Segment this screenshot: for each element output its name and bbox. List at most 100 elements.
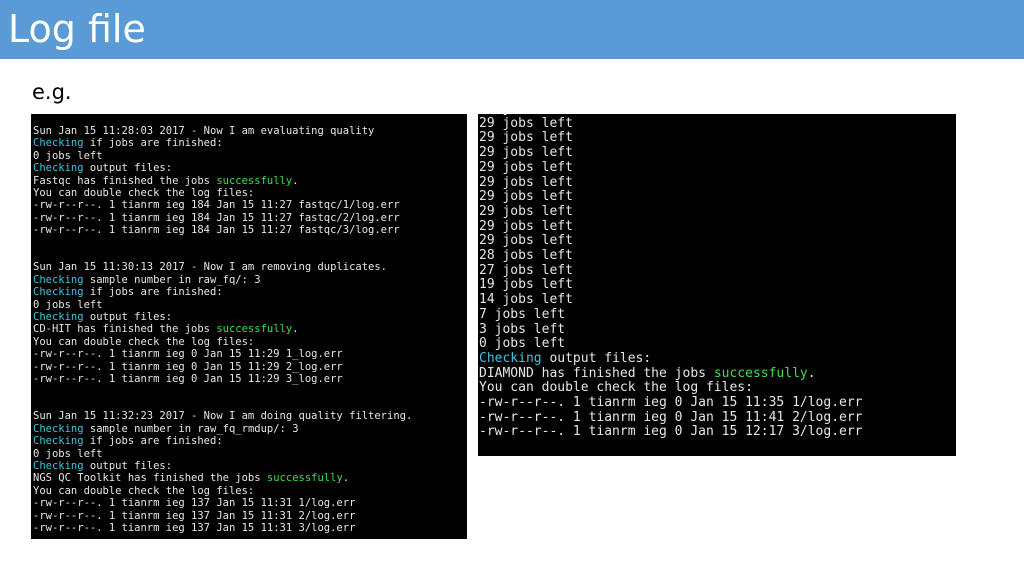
terminal-line-text: output files:	[83, 459, 173, 472]
terminal-line: -rw-r--r--. 1 tianrm ieg 0 Jan 15 11:35 …	[479, 395, 863, 411]
terminal-line: Checking if jobs are finished:	[33, 286, 467, 298]
terminal-line: 19 jobs left	[479, 278, 863, 293]
terminal-line: 0 jobs left	[479, 336, 863, 352]
terminal-line: Sun Jan 15 11:28:03 2017 - Now I am eval…	[33, 125, 467, 137]
terminal-line-text: .	[292, 323, 299, 336]
terminal-line: Sun Jan 15 11:30:13 2017 - Now I am remo…	[33, 261, 467, 273]
checking-keyword: Checking	[33, 273, 84, 286]
checking-keyword: Checking	[33, 435, 84, 448]
terminal-line-text: -rw-r--r--. 1 tianrm ieg 184 Jan 15 11:2…	[33, 224, 400, 237]
terminal-line-text: sample number in raw_fq/: 3	[83, 273, 261, 286]
terminal-line-text: 19 jobs left	[479, 277, 573, 293]
terminal-line: Sun Jan 15 11:32:23 2017 - Now I am doin…	[33, 410, 467, 422]
terminal-line: -rw-r--r--. 1 tianrm ieg 0 Jan 15 11:29 …	[33, 348, 467, 360]
terminal-line-text: -rw-r--r--. 1 tianrm ieg 0 Jan 15 11:35 …	[479, 395, 863, 411]
successfully-keyword: successfully	[216, 174, 293, 187]
terminal-line-text: -rw-r--r--. 1 tianrm ieg 137 Jan 15 11:3…	[33, 521, 356, 534]
terminal-line: -rw-r--r--. 1 tianrm ieg 184 Jan 15 11:2…	[33, 224, 467, 236]
terminal-line: You can double check the log files:	[33, 336, 467, 348]
terminal-line: DIAMOND has finished the jobs successful…	[479, 365, 863, 382]
terminal-line-text: if jobs are finished:	[83, 435, 223, 448]
terminal-line: -rw-r--r--. 1 tianrm ieg 184 Jan 15 11:2…	[33, 212, 467, 224]
terminal-line: Checking output files:	[33, 311, 467, 323]
terminal-line: 3 jobs left	[479, 321, 863, 338]
terminal-line-text: 0 jobs left	[479, 336, 566, 352]
successfully-keyword: successfully	[713, 365, 808, 381]
terminal-line-text: 29 jobs left	[479, 159, 573, 175]
terminal-line-text: -rw-r--r--. 1 tianrm ieg 137 Jan 15 11:3…	[33, 497, 356, 510]
terminal-line-text: 29 jobs left	[479, 115, 573, 131]
terminal-line-text: 29 jobs left	[479, 218, 573, 234]
terminal-screenshot-left: Sun Jan 15 11:28:03 2017 - Now I am eval…	[31, 114, 467, 539]
terminal-line: Checking sample number in raw_fq/: 3	[33, 274, 467, 286]
terminal-line-text: 3 jobs left	[479, 321, 566, 337]
terminal-line: Checking output files:	[33, 162, 467, 174]
terminal-output-left: Sun Jan 15 11:28:03 2017 - Now I am eval…	[31, 114, 467, 534]
checking-keyword: Checking	[33, 286, 84, 299]
terminal-line: You can double check the log files:	[479, 381, 863, 396]
terminal-line: Checking sample number in raw_fq_rmdup/:…	[33, 423, 467, 435]
terminal-line-text: You can double check the log files:	[33, 335, 255, 348]
terminal-line-text: -rw-r--r--. 1 tianrm ieg 0 Jan 15 11:29 …	[33, 360, 343, 373]
terminal-output-right: 29 jobs left 29 jobs left 29 jobs left 29 j…	[479, 114, 863, 440]
terminal-line: You can double check the log files:	[33, 485, 467, 497]
terminal-line: Checking output files:	[33, 460, 467, 472]
terminal-line: 14 jobs left	[479, 292, 863, 308]
terminal-line-text: NGS QC Toolkit has finished the jobs	[33, 472, 267, 485]
terminal-line-text: .	[342, 472, 350, 485]
terminal-line: -rw-r--r--. 1 tianrm ieg 0 Jan 15 11:29 …	[33, 361, 467, 373]
terminal-line-text: 29 jobs left	[479, 174, 573, 190]
terminal-line: Checking if jobs are finished:	[33, 435, 467, 447]
terminal-line-text: -rw-r--r--. 1 tianrm ieg 184 Jan 15 11:2…	[33, 199, 400, 212]
terminal-line: 29 jobs left	[479, 145, 863, 161]
terminal-line: 29 jobs left	[479, 174, 863, 191]
terminal-line: NGS QC Toolkit has finished the jobs suc…	[33, 472, 467, 484]
terminal-line-text: You can double check the log files:	[33, 187, 255, 200]
terminal-line-text: output files:	[83, 311, 173, 324]
terminal-line: -rw-r--r--. 1 tianrm ieg 137 Jan 15 11:3…	[33, 497, 467, 509]
terminal-line-text: CD-HIT has finished the jobs	[33, 323, 217, 336]
terminal-line-text: output files:	[83, 162, 173, 175]
terminal-line-text: if jobs are finished:	[83, 286, 223, 299]
terminal-line-text: -rw-r--r--. 1 tianrm ieg 184 Jan 15 11:2…	[33, 211, 400, 224]
terminal-screenshot-right: 29 jobs left 29 jobs left 29 jobs left 29 j…	[478, 114, 956, 456]
terminal-line: 0 jobs left	[33, 299, 467, 311]
terminal-line-text: Sun Jan 15 11:28:03 2017 - Now I am eval…	[33, 125, 375, 137]
checking-keyword: Checking	[33, 162, 84, 175]
terminal-line: Fastqc has finished the jobs successfull…	[33, 175, 467, 187]
terminal-line-text: sample number in raw_fq_rmdup/: 3	[83, 422, 299, 435]
terminal-line-text: -rw-r--r--. 1 tianrm ieg 0 Jan 15 12:17 …	[479, 424, 863, 440]
terminal-line: 29 jobs left	[479, 115, 863, 132]
terminal-line: 28 jobs left	[479, 248, 863, 264]
terminal-line: 0 jobs left	[33, 448, 467, 460]
terminal-line: 0 jobs left	[33, 150, 467, 162]
terminal-line-text: You can double check the log files:	[33, 484, 255, 497]
checking-keyword: Checking	[33, 311, 84, 324]
successfully-keyword: successfully	[266, 472, 343, 485]
terminal-line-text: -rw-r--r--. 1 tianrm ieg 0 Jan 15 11:29 …	[33, 348, 343, 361]
terminal-line-text: .	[807, 365, 816, 381]
terminal-line-text: output files:	[541, 350, 652, 366]
terminal-line-text: 0 jobs left	[33, 447, 103, 460]
terminal-line-text: 28 jobs left	[479, 248, 573, 264]
terminal-line: 29 jobs left	[479, 218, 863, 235]
terminal-line-text: -rw-r--r--. 1 tianrm ieg 0 Jan 15 11:41 …	[479, 409, 863, 425]
terminal-line-text: You can double check the log files:	[479, 380, 753, 396]
terminal-line-text: if jobs are finished:	[83, 137, 223, 150]
terminal-line-text: Sun Jan 15 11:30:13 2017 - Now I am remo…	[33, 261, 388, 274]
terminal-line: Checking output files:	[479, 350, 863, 367]
terminal-line-text: 29 jobs left	[479, 130, 573, 146]
checking-keyword: Checking	[33, 459, 84, 472]
terminal-line: 29 jobs left	[479, 131, 863, 146]
terminal-line: 29 jobs left	[479, 159, 863, 176]
terminal-line: 27 jobs left	[479, 263, 863, 279]
terminal-line-text: Fastqc has finished the jobs	[33, 174, 217, 187]
terminal-line-text: 0 jobs left	[33, 298, 103, 311]
terminal-line-text: 7 jobs left	[479, 306, 566, 322]
terminal-line: -rw-r--r--. 1 tianrm ieg 0 Jan 15 12:17 …	[479, 425, 863, 440]
terminal-line-text: Sun Jan 15 11:32:23 2017 - Now I am doin…	[33, 410, 413, 423]
terminal-line-text: 29 jobs left	[479, 203, 573, 219]
